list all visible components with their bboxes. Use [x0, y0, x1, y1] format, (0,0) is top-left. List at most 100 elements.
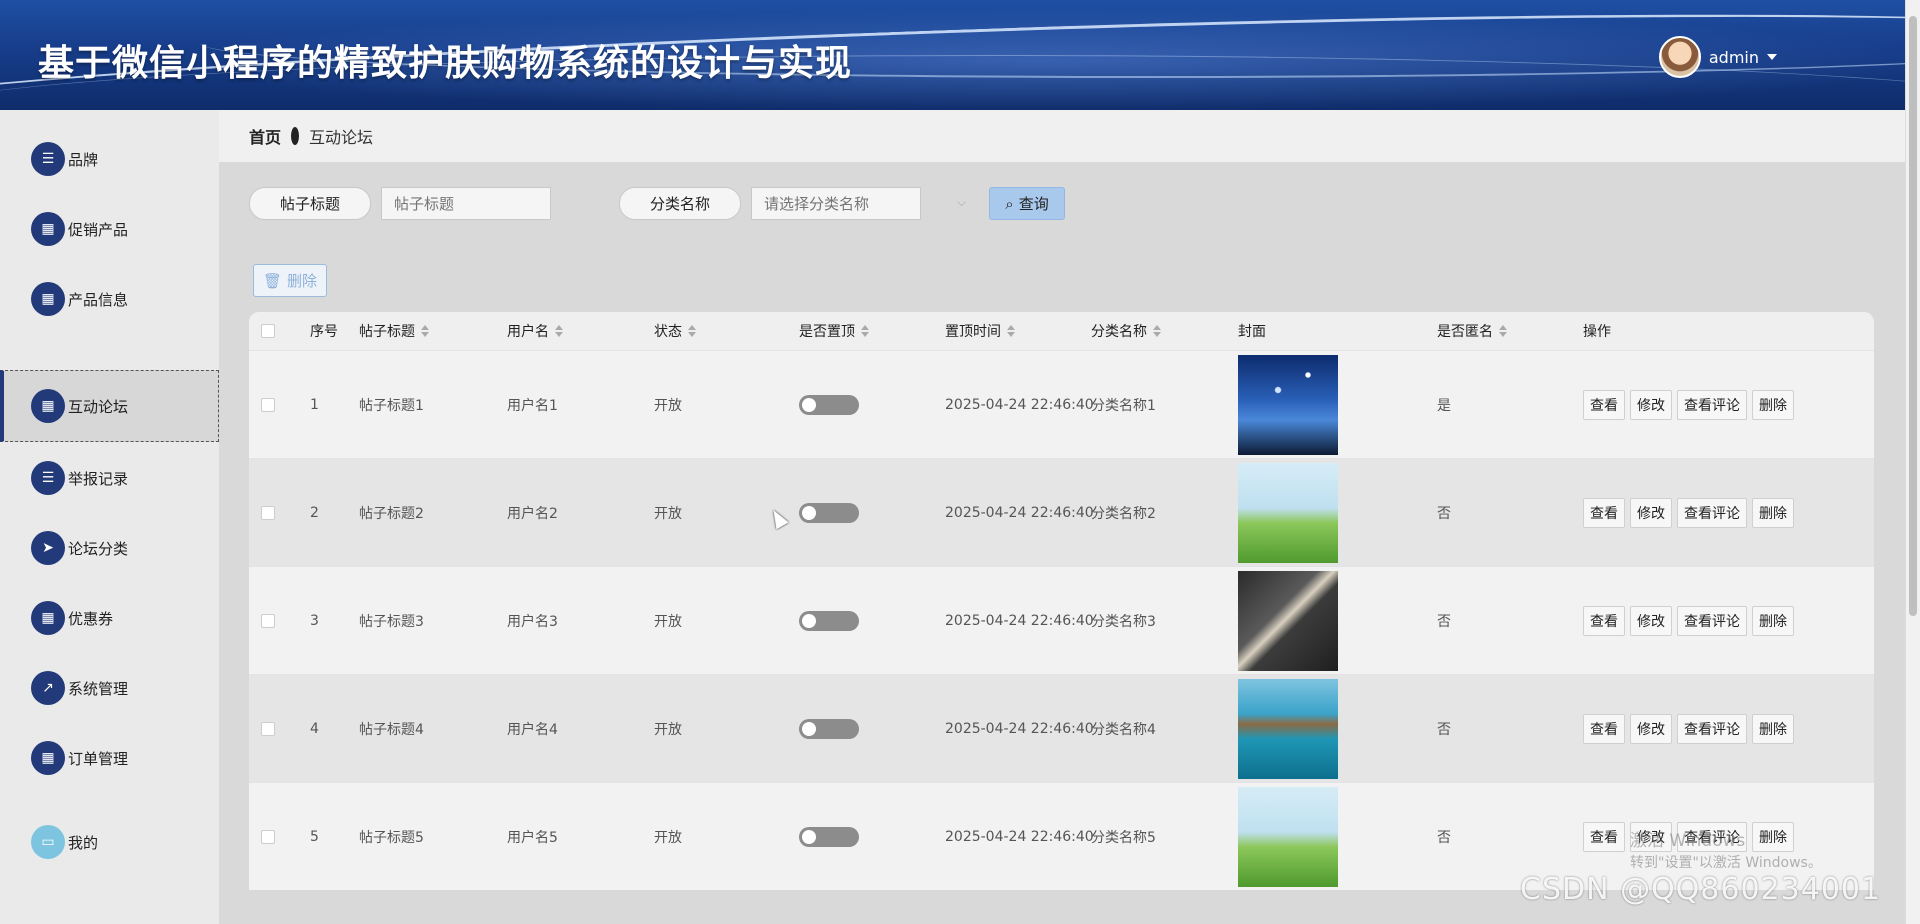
edit-button[interactable]: 修改 [1630, 389, 1672, 420]
view-button[interactable]: 查看 [1583, 389, 1625, 420]
sidebar-item-brand[interactable]: ☰ 品牌 [0, 124, 219, 194]
search-icon: ⌕ [1005, 194, 1014, 213]
grid-icon: ▦ [31, 389, 65, 423]
delete-button[interactable]: 删除 [1752, 605, 1794, 636]
title-search-input[interactable] [381, 187, 551, 220]
pinned-toggle[interactable] [799, 826, 859, 847]
pinned-toggle[interactable] [799, 502, 859, 523]
cell-anonymous: 否 [1437, 829, 1451, 846]
sort-icon[interactable] [1153, 325, 1161, 337]
cell-pin-time: 2025-04-24 22:46:40 [945, 504, 1094, 521]
col-title[interactable]: 帖子标题 [359, 312, 429, 350]
delete-button[interactable]: 删除 [1752, 497, 1794, 528]
col-category[interactable]: 分类名称 [1091, 312, 1161, 350]
pinned-toggle[interactable] [799, 394, 859, 415]
row-checkbox[interactable] [261, 613, 275, 628]
sidebar-item-label: 系统管理 [68, 679, 129, 698]
cell-category: 分类名称4 [1091, 721, 1156, 738]
cell-category: 分类名称3 [1091, 613, 1156, 630]
sort-icon[interactable] [861, 325, 869, 337]
batch-delete-button[interactable]: 🗑 删除 [253, 264, 327, 297]
sidebar-item-orders[interactable]: ▦ 订单管理 [0, 723, 219, 793]
row-actions: 查看 修改 查看评论 删除 [1583, 675, 1799, 782]
col-status[interactable]: 状态 [654, 312, 696, 350]
sidebar-item-system[interactable]: ↗ 系统管理 [0, 653, 219, 723]
col-pinned[interactable]: 是否置顶 [799, 312, 869, 350]
pinned-toggle[interactable] [799, 718, 859, 739]
cover-image[interactable] [1238, 786, 1338, 887]
sidebar-item-label: 订单管理 [68, 749, 129, 768]
col-pin-time[interactable]: 置顶时间 [945, 312, 1015, 350]
sidebar-item-promotion[interactable]: ▦ 促销产品 [0, 194, 219, 264]
category-select[interactable] [751, 187, 921, 220]
sort-icon[interactable] [1007, 325, 1015, 337]
edit-button[interactable]: 修改 [1630, 497, 1672, 528]
view-comments-button[interactable]: 查看评论 [1677, 713, 1747, 744]
sidebar-item-reports[interactable]: ☰ 举报记录 [0, 443, 219, 513]
delete-button[interactable]: 删除 [1752, 713, 1794, 744]
cell-pin-time: 2025-04-24 22:46:40 [945, 612, 1094, 629]
table-row: 1 帖子标题1 用户名1 开放 2025-04-24 22:46:40 分类名称… [249, 350, 1874, 458]
cell-index: 5 [310, 828, 319, 845]
sidebar-item-coupons[interactable]: ▦ 优惠券 [0, 583, 219, 653]
row-checkbox[interactable] [261, 829, 275, 844]
sort-icon[interactable] [688, 325, 696, 337]
cover-image[interactable] [1238, 678, 1338, 779]
sidebar-item-label: 产品信息 [68, 290, 129, 309]
view-comments-button[interactable]: 查看评论 [1677, 389, 1747, 420]
cell-username: 用户名5 [507, 829, 558, 846]
view-button[interactable]: 查看 [1583, 497, 1625, 528]
cell-title: 帖子标题1 [359, 397, 424, 414]
col-cover: 封面 [1238, 324, 1266, 340]
sidebar-item-mine[interactable]: ▭ 我的 [0, 807, 219, 877]
sidebar: ☰ 品牌 ▦ 促销产品 ▦ 产品信息 ▦ 互动论坛 ☰ 举报记录 ➤ 论坛分类 … [0, 110, 219, 924]
cover-image[interactable] [1238, 462, 1338, 563]
row-checkbox[interactable] [261, 721, 275, 736]
row-checkbox[interactable] [261, 397, 275, 412]
sidebar-item-forum[interactable]: ▦ 互动论坛 [0, 370, 219, 442]
caret-down-icon[interactable] [1767, 54, 1777, 60]
cell-status: 开放 [654, 397, 682, 414]
breadcrumb-home[interactable]: 首页 [249, 124, 281, 148]
sidebar-item-label: 我的 [68, 833, 99, 852]
cover-image[interactable] [1238, 354, 1338, 455]
col-username[interactable]: 用户名 [507, 312, 563, 350]
vertical-scrollbar[interactable] [1905, 0, 1920, 924]
delete-button[interactable]: 删除 [1752, 389, 1794, 420]
chevron-down-icon[interactable]: ⌵ [957, 195, 966, 210]
cell-anonymous: 否 [1437, 613, 1451, 630]
chart-icon: ↗ [31, 671, 65, 705]
scrollbar-thumb[interactable] [1909, 16, 1917, 616]
cell-index: 4 [310, 720, 319, 737]
edit-button[interactable]: 修改 [1630, 713, 1672, 744]
col-anonymous-label: 是否匿名 [1437, 324, 1493, 340]
col-pinned-label: 是否置顶 [799, 324, 855, 340]
list-icon: ☰ [31, 142, 65, 176]
sort-icon[interactable] [1499, 325, 1507, 337]
view-button[interactable]: 查看 [1583, 713, 1625, 744]
select-all-checkbox[interactable] [261, 324, 275, 338]
sidebar-item-forum-category[interactable]: ➤ 论坛分类 [0, 513, 219, 583]
sort-icon[interactable] [555, 325, 563, 337]
windows-activation-watermark: 激活 Windows 转到"设置"以激活 Windows。 [1630, 830, 1822, 874]
col-index: 序号 [310, 324, 338, 340]
sidebar-item-products[interactable]: ▦ 产品信息 [0, 264, 219, 334]
username[interactable]: admin [1709, 48, 1759, 67]
avatar[interactable] [1658, 36, 1701, 78]
table-row: 4 帖子标题4 用户名4 开放 2025-04-24 22:46:40 分类名称… [249, 674, 1874, 782]
view-comments-button[interactable]: 查看评论 [1677, 497, 1747, 528]
sidebar-item-label: 论坛分类 [68, 539, 129, 558]
view-button[interactable]: 查看 [1583, 821, 1625, 852]
view-button[interactable]: 查看 [1583, 605, 1625, 636]
col-anonymous[interactable]: 是否匿名 [1437, 312, 1507, 350]
sort-icon[interactable] [421, 325, 429, 337]
row-checkbox[interactable] [261, 505, 275, 520]
pinned-toggle[interactable] [799, 610, 859, 631]
edit-button[interactable]: 修改 [1630, 605, 1672, 636]
row-actions: 查看 修改 查看评论 删除 [1583, 567, 1799, 674]
query-button[interactable]: ⌕ 查询 [989, 187, 1065, 220]
user-menu[interactable]: admin [1658, 36, 1777, 78]
cover-image[interactable] [1238, 570, 1338, 671]
view-comments-button[interactable]: 查看评论 [1677, 605, 1747, 636]
col-username-label: 用户名 [507, 324, 549, 340]
